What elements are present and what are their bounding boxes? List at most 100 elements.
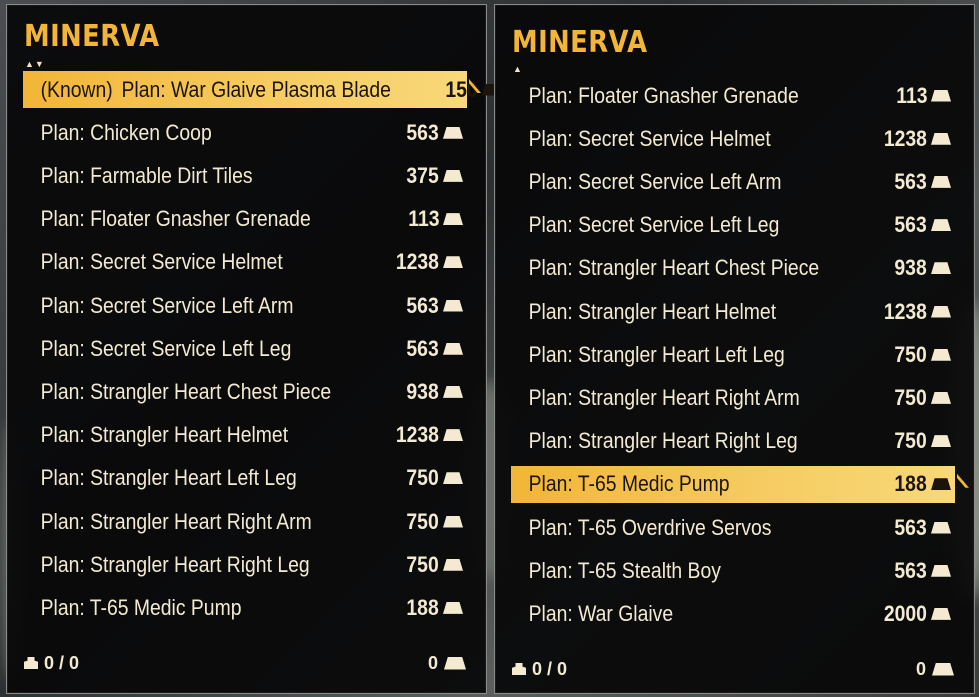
inventory-item-row[interactable]: Plan: Strangler Heart Left Leg 750 [511, 336, 955, 373]
item-price: 750 [402, 552, 467, 578]
item-name-text: Plan: Strangler Heart Right Leg [40, 551, 310, 577]
weight-indicator: 0 / 0 [512, 659, 567, 680]
caps-ingot-icon [443, 515, 463, 528]
inventory-item-row[interactable]: Plan: Strangler Heart Right Leg 750 [23, 546, 467, 583]
item-price: 2000 [878, 601, 955, 627]
caps-ingot-icon [443, 169, 463, 182]
weight-value: 0 / 0 [532, 658, 568, 679]
caps-indicator: 0 [916, 659, 954, 680]
item-price: 750 [890, 342, 955, 368]
item-name-text: Plan: Strangler Heart Left Leg [40, 465, 297, 491]
item-price: 750 [890, 385, 955, 411]
inventory-item-row[interactable]: Plan: Secret Service Left Arm 563 [23, 287, 467, 324]
item-name-text: Plan: T-65 Medic Pump [528, 471, 730, 497]
vendor-inventory-panel-right: MINERVA ▲ Plan: Floater Gnasher Grenade 1… [494, 4, 975, 694]
inventory-item-row[interactable]: Plan: T-65 Overdrive Servos 563 [511, 509, 955, 546]
item-price: 938 [402, 379, 467, 405]
item-price: 188 [402, 595, 467, 621]
item-price-value: 113 [895, 82, 927, 108]
caps-ingot-icon [931, 219, 951, 232]
inventory-item-row[interactable]: Plan: Floater Gnasher Grenade 113 [511, 77, 955, 114]
inventory-item-row[interactable]: Plan: Secret Service Helmet 1238 [511, 120, 955, 157]
caps-ingot-icon [443, 213, 463, 226]
item-name: Plan: Secret Service Left Leg [23, 335, 292, 362]
item-price-value: 938 [406, 378, 439, 404]
inventory-item-row[interactable]: Plan: Strangler Heart Helmet 1238 [511, 293, 955, 330]
vendor-title: MINERVA [512, 25, 648, 60]
item-name: Plan: T-65 Medic Pump [23, 595, 242, 621]
item-price: 563 [890, 515, 955, 541]
item-price-value: 1238 [395, 422, 439, 448]
inventory-item-row[interactable]: Plan: Strangler Heart Helmet 1238 [23, 417, 467, 454]
inventory-item-row[interactable]: Plan: Farmable Dirt Tiles 375 [23, 157, 467, 194]
caps-value: 0 [427, 652, 438, 673]
scroll-indicator-icon[interactable]: ▲▼ [25, 60, 45, 69]
inventory-item-row[interactable]: (Known) Plan: War Glaive Plasma Blade 150 [23, 71, 502, 108]
item-name-text: Plan: Secret Service Helmet [528, 125, 771, 151]
caps-ingot-icon [443, 472, 463, 485]
item-name-text: Plan: Strangler Heart Chest Piece [528, 255, 820, 281]
item-name: Plan: Strangler Heart Chest Piece [511, 255, 820, 281]
item-price-value: 150 [445, 76, 478, 102]
caps-ingot-icon [931, 435, 951, 448]
item-name: Plan: Secret Service Left Arm [23, 292, 294, 319]
item-price: 563 [890, 558, 955, 584]
item-name-text: Plan: War Glaive [528, 600, 674, 626]
item-name: (Known) Plan: War Glaive Plasma Blade [23, 77, 391, 103]
inventory-item-row[interactable]: Plan: Chicken Coop 563 [23, 114, 467, 151]
item-price: 563 [402, 293, 467, 319]
item-price: 1238 [878, 299, 955, 325]
caps-indicator: 0 [428, 653, 466, 674]
vendor-title: MINERVA [24, 19, 160, 54]
inventory-item-row[interactable]: Plan: T-65 Medic Pump 188 [511, 465, 969, 503]
inventory-item-row[interactable]: Plan: Secret Service Left Leg 563 [511, 207, 955, 244]
inventory-item-row[interactable]: Plan: War Glaive 2000 [511, 595, 955, 632]
caps-ingot-icon [443, 558, 463, 571]
item-name: Plan: T-65 Overdrive Servos [511, 515, 772, 541]
caps-ingot-icon [932, 662, 954, 676]
item-name-text: Plan: Secret Service Left Arm [40, 292, 294, 318]
item-price: 750 [402, 509, 467, 535]
inventory-item-row[interactable]: Plan: T-65 Medic Pump 188 [23, 589, 467, 626]
item-name: Plan: Strangler Heart Helmet [23, 422, 288, 448]
item-price: 563 [890, 212, 955, 238]
item-price-value: 563 [894, 514, 927, 540]
caps-ingot-icon [931, 305, 951, 318]
caps-ingot-icon [931, 564, 951, 577]
item-name-text: Plan: Strangler Heart Helmet [40, 422, 289, 448]
item-price: 1238 [390, 249, 467, 275]
item-price-value: 563 [894, 557, 927, 583]
inventory-item-row[interactable]: Plan: Secret Service Left Arm 563 [511, 163, 955, 200]
item-name-text: Plan: War Glaive Plasma Blade [121, 76, 391, 102]
inventory-item-row[interactable]: Plan: Strangler Heart Right Arm 750 [511, 379, 955, 416]
inventory-item-row[interactable]: Plan: Strangler Heart Right Arm 750 [23, 503, 467, 540]
inventory-item-row[interactable]: Plan: Strangler Heart Chest Piece 938 [511, 250, 955, 287]
item-name-text: Plan: Secret Service Left Leg [40, 335, 292, 361]
item-name-text: Plan: Farmable Dirt Tiles [40, 162, 253, 188]
inventory-item-row[interactable]: Plan: Strangler Heart Left Leg 750 [23, 460, 467, 497]
item-price: 563 [890, 169, 955, 195]
inventory-item-row[interactable]: Plan: Strangler Heart Chest Piece 938 [23, 373, 467, 410]
item-name: Plan: Strangler Heart Left Leg [23, 465, 297, 491]
caps-ingot-icon [443, 126, 463, 139]
inventory-item-row[interactable]: Plan: T-65 Stealth Boy 563 [511, 552, 955, 589]
panel-footer: 0 / 0 0 [24, 651, 466, 675]
caps-ingot-icon [443, 385, 463, 398]
inventory-item-row[interactable]: Plan: Strangler Heart Right Leg 750 [511, 423, 955, 460]
caps-ingot-icon [931, 262, 951, 275]
item-name: Plan: Strangler Heart Right Arm [511, 385, 800, 411]
item-price: 750 [402, 465, 467, 491]
item-price-value: 563 [406, 119, 439, 145]
inventory-item-row[interactable]: Plan: Floater Gnasher Grenade 113 [23, 201, 467, 238]
weight-value: 0 / 0 [44, 652, 80, 673]
item-price: 750 [890, 428, 955, 454]
inventory-item-row[interactable]: Plan: Secret Service Helmet 1238 [23, 244, 467, 281]
item-price-value: 188 [406, 594, 439, 620]
item-price-value: 563 [406, 335, 439, 361]
item-name: Plan: War Glaive [511, 600, 674, 627]
item-price-value: 2000 [883, 600, 927, 626]
inventory-item-row[interactable]: Plan: Secret Service Left Leg 563 [23, 330, 467, 367]
item-name: Plan: T-65 Stealth Boy [511, 558, 721, 584]
item-name-text: Plan: Floater Gnasher Grenade [528, 82, 799, 108]
scroll-indicator-icon[interactable]: ▲ [513, 65, 523, 74]
